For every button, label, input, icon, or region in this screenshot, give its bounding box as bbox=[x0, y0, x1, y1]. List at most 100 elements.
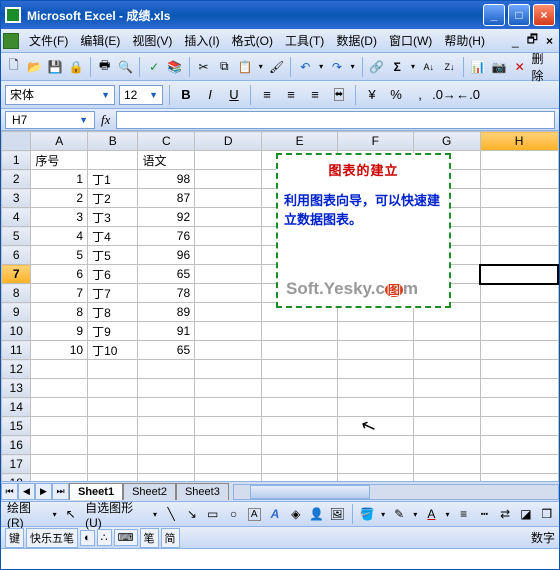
cell[interactable] bbox=[413, 436, 480, 455]
cell[interactable]: 7 bbox=[31, 284, 88, 303]
cell[interactable] bbox=[337, 455, 413, 474]
cell[interactable] bbox=[337, 341, 413, 360]
open-icon[interactable] bbox=[26, 58, 44, 76]
cell[interactable] bbox=[88, 379, 138, 398]
cell[interactable] bbox=[480, 360, 558, 379]
rectangle-icon[interactable] bbox=[204, 505, 221, 523]
cell[interactable]: 丁3 bbox=[88, 208, 138, 227]
chevron-down-icon[interactable]: ▼ bbox=[101, 90, 110, 100]
textbox-icon[interactable] bbox=[246, 505, 263, 523]
col-header-f[interactable]: F bbox=[337, 132, 413, 151]
research-icon[interactable] bbox=[166, 58, 184, 76]
cell[interactable] bbox=[262, 398, 338, 417]
cell[interactable]: 65 bbox=[138, 265, 195, 284]
cell[interactable]: 98 bbox=[138, 170, 195, 189]
row-header[interactable]: 10 bbox=[2, 322, 31, 341]
autosum-dropdown[interactable] bbox=[409, 62, 417, 71]
cell[interactable] bbox=[337, 360, 413, 379]
row-header[interactable]: 11 bbox=[2, 341, 31, 360]
row-header[interactable]: 14 bbox=[2, 398, 31, 417]
font-combo[interactable]: 宋体 ▼ bbox=[5, 85, 115, 105]
cell[interactable] bbox=[195, 474, 262, 482]
align-right-icon[interactable] bbox=[305, 85, 325, 105]
row-header[interactable]: 17 bbox=[2, 455, 31, 474]
row-header[interactable]: 3 bbox=[2, 189, 31, 208]
line-color-icon[interactable] bbox=[391, 505, 408, 523]
select-all-corner[interactable] bbox=[2, 132, 31, 151]
cell[interactable]: 丁7 bbox=[88, 284, 138, 303]
percent-icon[interactable] bbox=[386, 85, 406, 105]
cell[interactable] bbox=[480, 284, 558, 303]
autoshapes-dropdown[interactable] bbox=[151, 510, 158, 519]
redo-dropdown[interactable] bbox=[349, 62, 357, 71]
cell[interactable]: 78 bbox=[138, 284, 195, 303]
ime-setting-1[interactable]: ◐ bbox=[80, 530, 95, 546]
cell[interactable] bbox=[195, 284, 262, 303]
oval-icon[interactable] bbox=[225, 505, 242, 523]
col-header-d[interactable]: D bbox=[195, 132, 262, 151]
select-objects-icon[interactable]: ↖ bbox=[62, 505, 79, 523]
cell[interactable] bbox=[195, 265, 262, 284]
cell[interactable]: 87 bbox=[138, 189, 195, 208]
ime-keyboard-icon[interactable]: ⌨ bbox=[114, 529, 138, 546]
cell[interactable]: 92 bbox=[138, 208, 195, 227]
row-header[interactable]: 5 bbox=[2, 227, 31, 246]
cell[interactable] bbox=[31, 455, 88, 474]
cell[interactable] bbox=[195, 170, 262, 189]
doc-restore-button[interactable]: 🗗 bbox=[523, 30, 542, 51]
hyperlink-icon[interactable] bbox=[368, 58, 386, 76]
ime-setting-3[interactable]: 笔 bbox=[140, 528, 159, 548]
row-header[interactable]: 8 bbox=[2, 284, 31, 303]
menu-tools[interactable]: 工具(T) bbox=[279, 29, 330, 52]
print-icon[interactable] bbox=[96, 58, 114, 76]
cell[interactable]: 丁2 bbox=[88, 189, 138, 208]
fill-dropdown[interactable] bbox=[379, 510, 386, 519]
bold-button[interactable]: B bbox=[176, 85, 196, 105]
cell[interactable] bbox=[413, 322, 480, 341]
cell[interactable]: 丁5 bbox=[88, 246, 138, 265]
col-header-a[interactable]: A bbox=[31, 132, 88, 151]
close-button[interactable]: × bbox=[533, 4, 555, 26]
col-header-g[interactable]: G bbox=[413, 132, 480, 151]
row-header[interactable]: 1 bbox=[2, 151, 31, 170]
cell[interactable] bbox=[138, 379, 195, 398]
wordart-icon[interactable] bbox=[267, 505, 284, 523]
menu-window[interactable]: 窗口(W) bbox=[383, 29, 438, 52]
cell[interactable] bbox=[31, 436, 88, 455]
cell[interactable] bbox=[480, 303, 558, 322]
cell[interactable] bbox=[195, 322, 262, 341]
comma-style-icon[interactable] bbox=[410, 85, 430, 105]
sheet-tab-3[interactable]: Sheet3 bbox=[176, 483, 229, 500]
cell[interactable] bbox=[262, 455, 338, 474]
cell[interactable] bbox=[337, 474, 413, 482]
menu-file[interactable]: 文件(F) bbox=[23, 29, 74, 52]
cell[interactable] bbox=[31, 379, 88, 398]
spellcheck-icon[interactable] bbox=[145, 58, 163, 76]
chevron-down-icon[interactable]: ▼ bbox=[149, 90, 158, 100]
cell[interactable] bbox=[262, 436, 338, 455]
row-header[interactable]: 15 bbox=[2, 417, 31, 436]
cell[interactable] bbox=[138, 398, 195, 417]
cell[interactable] bbox=[480, 398, 558, 417]
cell[interactable] bbox=[195, 379, 262, 398]
cell[interactable]: 3 bbox=[31, 208, 88, 227]
cell[interactable] bbox=[195, 398, 262, 417]
cell[interactable] bbox=[195, 455, 262, 474]
cell[interactable]: 9 bbox=[31, 322, 88, 341]
cell[interactable] bbox=[138, 474, 195, 482]
ime-setting-4[interactable]: 简 bbox=[161, 528, 180, 548]
col-header-h[interactable]: H bbox=[480, 132, 558, 151]
cell[interactable] bbox=[138, 455, 195, 474]
cell[interactable]: 91 bbox=[138, 322, 195, 341]
paste-dropdown[interactable] bbox=[257, 62, 265, 71]
shadow-icon[interactable] bbox=[518, 505, 535, 523]
row-header[interactable]: 2 bbox=[2, 170, 31, 189]
cell[interactable] bbox=[480, 474, 558, 482]
cell[interactable]: 6 bbox=[31, 265, 88, 284]
cell[interactable]: 8 bbox=[31, 303, 88, 322]
redo-icon[interactable] bbox=[328, 58, 346, 76]
cell[interactable] bbox=[262, 341, 338, 360]
cell[interactable] bbox=[262, 379, 338, 398]
merge-cells-icon[interactable] bbox=[329, 85, 349, 105]
cell[interactable] bbox=[413, 398, 480, 417]
